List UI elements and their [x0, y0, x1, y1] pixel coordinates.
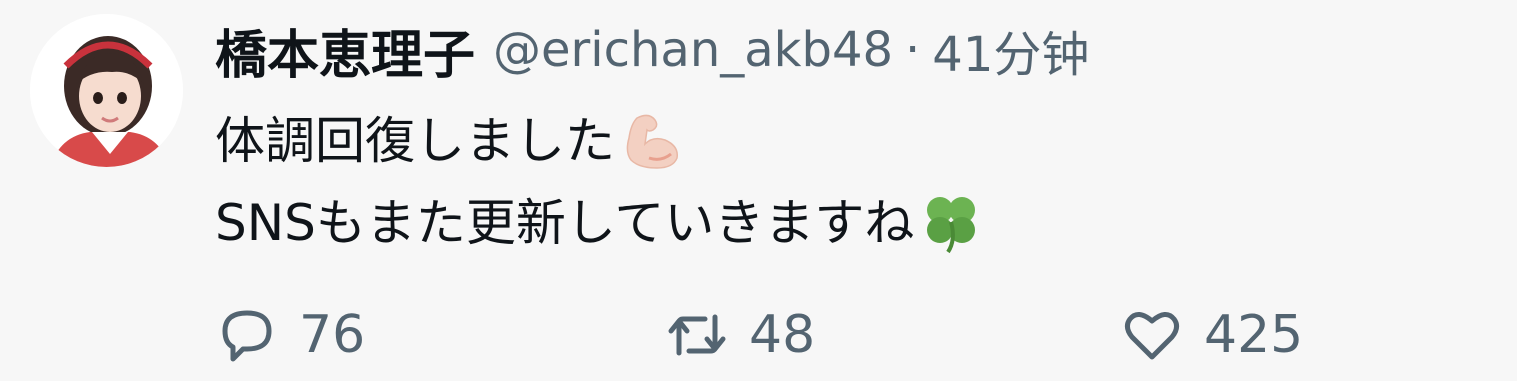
avatar[interactable]: [30, 14, 183, 167]
four-leaf-clover-emoji: [918, 190, 984, 256]
action-bar: 76 48 425: [215, 300, 1365, 370]
like-count: 425: [1204, 305, 1304, 365]
tweet-header: 橋本恵理子 @erichan_akb48 · 41分钟: [215, 14, 1089, 86]
tweet-text: 体調回復しました SNSもまた更新していきますね: [215, 100, 984, 264]
tweet-line-2: SNSもまた更新していきますね: [215, 182, 984, 264]
heart-icon: [1120, 303, 1184, 367]
avatar-image: [30, 14, 183, 167]
flexed-biceps-emoji: [619, 108, 685, 174]
retweet-button[interactable]: 48: [665, 300, 815, 370]
header-separator: ·: [905, 22, 921, 78]
retweet-count: 48: [749, 305, 816, 365]
tweet-card: 橋本恵理子 @erichan_akb48 · 41分钟 体調回復しました SNS…: [0, 0, 1517, 381]
user-handle[interactable]: @erichan_akb48: [493, 22, 893, 78]
like-button[interactable]: 425: [1120, 300, 1303, 370]
reply-button[interactable]: 76: [215, 300, 365, 370]
timestamp[interactable]: 41分钟: [932, 15, 1089, 85]
tweet-line-1-text: 体調回復しました: [215, 112, 615, 170]
reply-count: 76: [299, 305, 366, 365]
display-name[interactable]: 橋本恵理子: [215, 13, 475, 88]
retweet-icon: [665, 303, 729, 367]
tweet-line-2-text: SNSもまた更新していきますね: [215, 194, 915, 252]
tweet-line-1: 体調回復しました: [215, 100, 984, 182]
reply-icon: [215, 303, 279, 367]
